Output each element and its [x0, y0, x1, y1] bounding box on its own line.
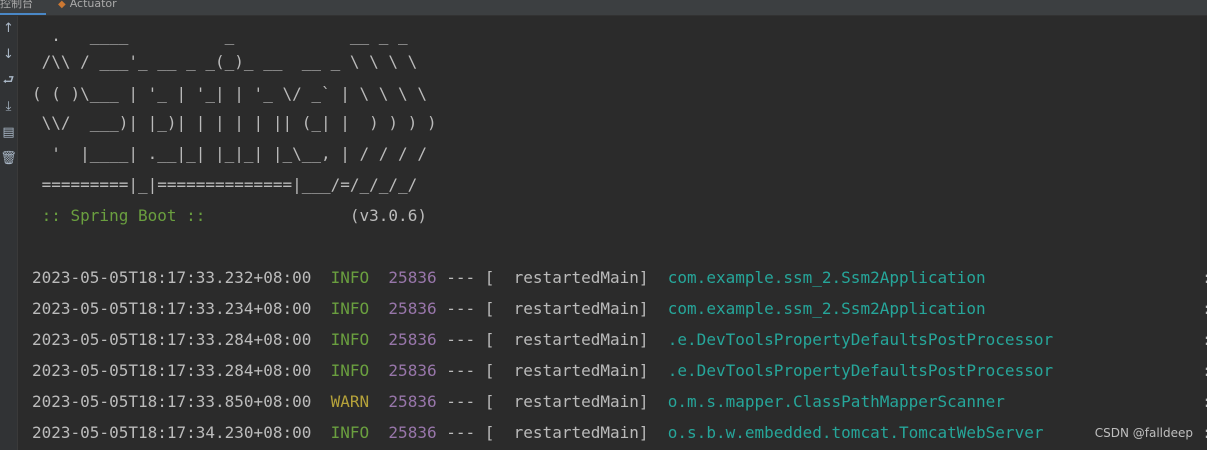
log-pid: 25836 [388, 392, 437, 411]
banner-line: ( ( )\___ | '_ | '_| | '_ \/ _` | \ \ \ … [32, 84, 427, 103]
log-timestamp: 2023-05-05T18:17:33.232+08:00 [32, 268, 312, 287]
trash-icon[interactable]: 🗑 [0, 150, 17, 168]
log-pid: 25836 [388, 268, 437, 287]
log-level: INFO [330, 330, 370, 349]
log-spacer [311, 330, 330, 349]
log-message-colon: : [1202, 362, 1207, 380]
log-thread: restartedMain] [494, 361, 649, 380]
log-spacer [369, 299, 388, 318]
arrow-up-icon[interactable]: ↑ [0, 20, 17, 38]
banner-line: . ____ _ __ _ _ [32, 26, 408, 45]
log-separator: --- [ [436, 299, 495, 318]
log-spacer [649, 361, 668, 380]
log-pid: 25836 [388, 330, 437, 349]
banner-line: /\\ / ___'_ __ _ _(_)_ __ __ _ \ \ \ \ [32, 52, 418, 71]
log-separator: --- [ [436, 361, 495, 380]
log-spacer [649, 423, 668, 442]
log-separator: --- [ [436, 330, 495, 349]
tab-actuator-label: Actuator [69, 0, 117, 10]
log-spacer [369, 361, 388, 380]
log-message-colon: : [1202, 300, 1207, 318]
log-spacer [311, 423, 330, 442]
tool-window-tabbar: 控制台 ◆ Actuator [0, 0, 1207, 16]
log-separator: --- [ [436, 392, 495, 411]
log-logger: .e.DevToolsPropertyDefaultsPostProcessor [667, 361, 1054, 380]
log-level: INFO [330, 268, 370, 287]
log-spacer [311, 392, 330, 411]
log-logger: com.example.ssm_2.Ssm2Application [667, 268, 986, 287]
log-thread: restartedMain] [494, 330, 649, 349]
watermark: CSDN @falldeep [1094, 426, 1193, 440]
log-pid: 25836 [388, 423, 437, 442]
banner-line: =========|_|==============|___/=/_/_/_/ [32, 175, 418, 194]
log-level: INFO [330, 423, 370, 442]
log-spacer [369, 268, 388, 287]
log-line: 2023-05-05T18:17:33.232+08:00 INFO 25836… [32, 268, 1207, 287]
log-level: INFO [330, 299, 370, 318]
log-pid: 25836 [388, 361, 437, 380]
log-spacer [311, 299, 330, 318]
log-thread: restartedMain] [494, 423, 649, 442]
log-spacer [369, 330, 388, 349]
log-line: 2023-05-05T18:17:33.284+08:00 INFO 25836… [32, 361, 1207, 380]
log-pid: 25836 [388, 299, 437, 318]
log-spacer [311, 361, 330, 380]
log-timestamp: 2023-05-05T18:17:33.284+08:00 [32, 330, 312, 349]
log-timestamp: 2023-05-05T18:17:34.230+08:00 [32, 423, 312, 442]
log-spacer [649, 268, 668, 287]
log-timestamp: 2023-05-05T18:17:33.850+08:00 [32, 392, 312, 411]
log-level: WARN [330, 392, 370, 411]
console-output[interactable]: . ____ _ __ _ _ /\\ / ___'_ __ _ _(_)_ _… [18, 16, 1207, 450]
log-spacer [311, 268, 330, 287]
spring-boot-version: (v3.0.6) [215, 206, 427, 225]
log-spacer [649, 330, 668, 349]
log-spacer [649, 299, 668, 318]
log-message-colon: : [1202, 331, 1207, 349]
log-thread: restartedMain] [494, 268, 649, 287]
log-spacer [649, 392, 668, 411]
arrow-down-icon[interactable]: ↓ [0, 46, 17, 64]
log-logger: com.example.ssm_2.Ssm2Application [667, 299, 986, 318]
log-line: 2023-05-05T18:17:33.284+08:00 INFO 25836… [32, 330, 1207, 349]
log-message-colon: : [1202, 393, 1207, 411]
log-logger: o.s.b.w.embedded.tomcat.TomcatWebServer [667, 423, 1044, 442]
log-thread: restartedMain] [494, 299, 649, 318]
log-timestamp: 2023-05-05T18:17:33.284+08:00 [32, 361, 312, 380]
scroll-to-end-icon[interactable]: ⤓ [0, 98, 17, 116]
log-message-colon: : [1202, 269, 1207, 287]
print-icon[interactable]: ▤ [0, 124, 17, 142]
log-line: 2023-05-05T18:17:33.234+08:00 INFO 25836… [32, 299, 1207, 318]
log-line: 2023-05-05T18:17:33.850+08:00 WARN 25836… [32, 392, 1207, 411]
log-timestamp: 2023-05-05T18:17:33.234+08:00 [32, 299, 312, 318]
log-spacer [369, 392, 388, 411]
tab-console[interactable]: 控制台 [0, 0, 46, 15]
actuator-icon: ◆ [58, 0, 66, 10]
log-line: 2023-05-05T18:17:34.230+08:00 INFO 25836… [32, 423, 1207, 442]
spring-boot-banner: :: Spring Boot :: (v3.0.6) [32, 208, 427, 224]
banner-line: \\/ ___)| |_)| | | | | || (_| | ) ) ) ) [32, 113, 437, 132]
log-logger: .e.DevToolsPropertyDefaultsPostProcessor [667, 330, 1054, 349]
log-level: INFO [330, 361, 370, 380]
log-thread: restartedMain] [494, 392, 649, 411]
log-separator: --- [ [436, 268, 495, 287]
log-logger: o.m.s.mapper.ClassPathMapperScanner [667, 392, 1005, 411]
active-tab-indicator [0, 13, 46, 15]
log-message-colon: : [1202, 424, 1207, 442]
spring-boot-label: :: Spring Boot :: [32, 206, 216, 225]
log-separator: --- [ [436, 423, 495, 442]
banner-line: ' |____| .__|_| |_|_| |_\__, | / / / / [32, 144, 427, 163]
soft-wrap-icon[interactable]: ⮐ [0, 72, 17, 90]
tab-actuator[interactable]: ◆ Actuator [58, 0, 117, 14]
log-spacer [369, 423, 388, 442]
tab-console-label: 控制台 [0, 0, 33, 10]
console-toolbar: ↑ ↓ ⮐ ⤓ ▤ 🗑 [0, 16, 18, 450]
